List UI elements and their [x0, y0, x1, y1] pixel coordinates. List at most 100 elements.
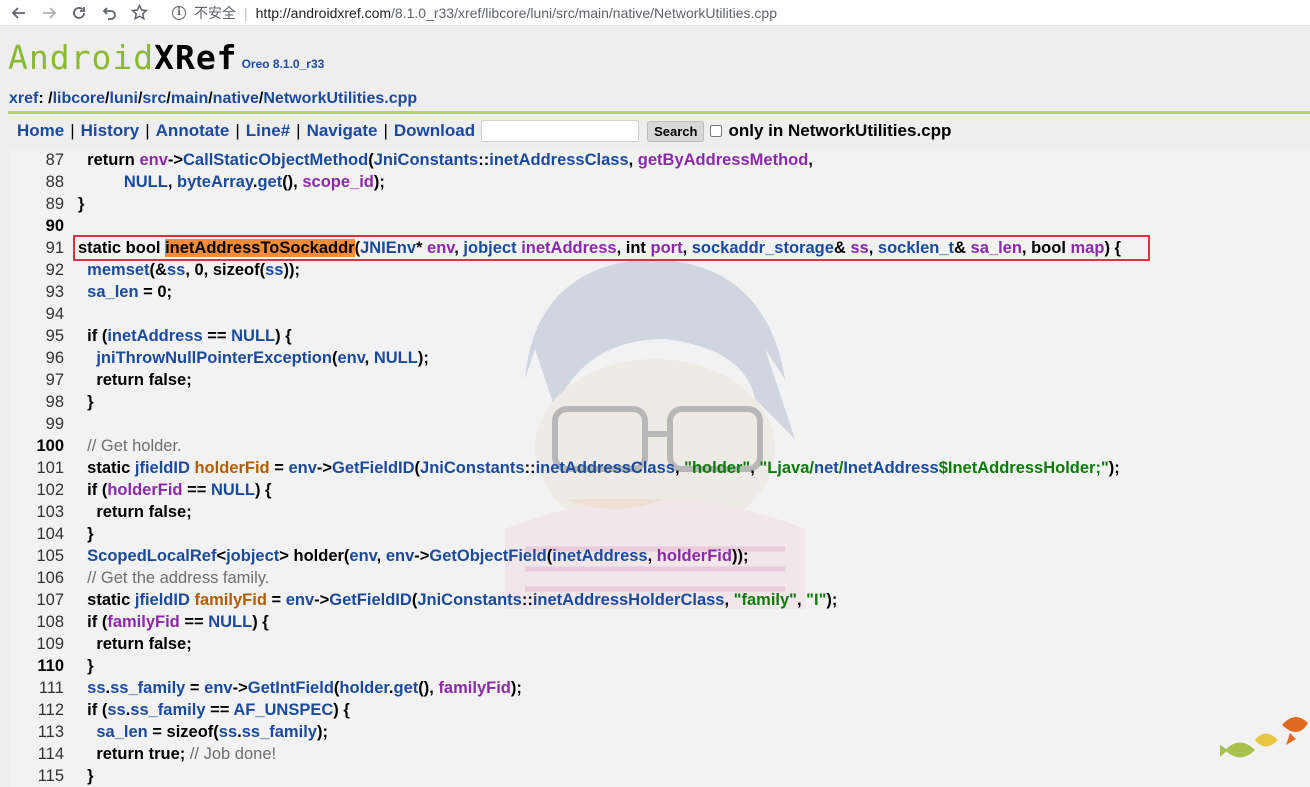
code-line: 110 }	[10, 655, 1300, 677]
security-label: 不安全	[194, 4, 236, 21]
line-number[interactable]: 94	[10, 303, 64, 325]
code-line: 90	[10, 215, 1300, 237]
line-number[interactable]: 114	[10, 743, 64, 765]
code-line: 87 return env->CallStaticObjectMethod(Jn…	[10, 149, 1300, 171]
address-bar[interactable]: http://androidxref.com/8.1.0_r33/xref/li…	[256, 5, 777, 21]
line-number[interactable]: 108	[10, 611, 64, 633]
line-number[interactable]: 101	[10, 457, 64, 479]
line-number[interactable]: 104	[10, 523, 64, 545]
breadcrumb-xref[interactable]: xref	[9, 90, 38, 107]
code-line: 109 return false;	[10, 633, 1300, 655]
code-text: static jfieldID familyFid = env->GetFiel…	[78, 591, 838, 609]
code-text: if (inetAddress == NULL) {	[78, 327, 292, 345]
line-number[interactable]: 96	[10, 347, 64, 369]
bookmark-star-icon[interactable]	[124, 0, 154, 26]
code-text: sa_len = sizeof(ss.ss_family);	[96, 723, 328, 741]
url-path: /8.1.0_r33/xref/libcore/luni/src/main/na…	[391, 4, 777, 21]
code-text: ss.ss_family = env->GetIntField(holder.g…	[87, 679, 522, 697]
security-indicator[interactable]: i 不安全 |	[172, 3, 256, 23]
forward-icon[interactable]	[34, 0, 64, 26]
line-number[interactable]: 113	[10, 721, 64, 743]
code-text: memset(&ss, 0, sizeof(ss));	[87, 261, 300, 279]
search-input[interactable]	[481, 120, 640, 142]
line-number[interactable]: 105	[10, 545, 64, 567]
info-icon: i	[172, 5, 186, 20]
breadcrumb-native[interactable]: native	[213, 90, 259, 107]
code-line: 98 }	[10, 391, 1300, 413]
code-line: 95 if (inetAddress == NULL) {	[10, 325, 1300, 347]
header-divider	[8, 111, 1310, 114]
line-numbers-link[interactable]: Line#	[246, 121, 290, 141]
download-link[interactable]: Download	[394, 121, 475, 141]
breadcrumb-luni[interactable]: luni	[110, 90, 138, 107]
line-number[interactable]: 110	[10, 655, 64, 677]
line-number[interactable]: 100	[10, 435, 64, 457]
home-link[interactable]: Home	[17, 121, 64, 141]
toolbar-separator: |	[235, 121, 240, 140]
line-number[interactable]: 99	[10, 413, 64, 435]
line-number[interactable]: 111	[10, 677, 64, 699]
annotate-link[interactable]: Annotate	[156, 121, 230, 141]
code-text: }	[78, 525, 94, 543]
breadcrumb-file[interactable]: NetworkUtilities.cpp	[263, 90, 417, 107]
code-text: if (familyFid == NULL) {	[78, 613, 269, 631]
code-line: 115 }	[10, 765, 1300, 787]
line-number[interactable]: 98	[10, 391, 64, 413]
code-text: jniThrowNullPointerException(env, NULL);	[96, 349, 429, 367]
code-line: 88 NULL, byteArray.get(), scope_id);	[10, 171, 1300, 193]
toolbar-separator: |	[296, 121, 301, 140]
line-number[interactable]: 115	[10, 765, 64, 787]
line-number[interactable]: 89	[10, 193, 64, 215]
code-text: static jfieldID holderFid = env->GetFiel…	[78, 459, 1120, 477]
code-line: 94	[10, 303, 1300, 325]
code-line: 102 if (holderFid == NULL) {	[10, 479, 1300, 501]
code-text: }	[78, 195, 85, 213]
code-text: // Get holder.	[87, 437, 182, 455]
breadcrumb-src[interactable]: src	[142, 90, 166, 107]
back-icon[interactable]	[4, 0, 34, 26]
breadcrumb-libcore[interactable]: libcore	[53, 90, 105, 107]
code-text: NULL, byteArray.get(), scope_id);	[123, 173, 385, 191]
line-number[interactable]: 107	[10, 589, 64, 611]
history-link[interactable]: History	[81, 121, 140, 141]
line-number[interactable]: 106	[10, 567, 64, 589]
source-code-view[interactable]: 87 return env->CallStaticObjectMethod(Jn…	[10, 149, 1310, 787]
line-number[interactable]: 88	[10, 171, 64, 193]
line-number[interactable]: 103	[10, 501, 64, 523]
code-line: 101 static jfieldID holderFid = env->Get…	[10, 457, 1300, 479]
code-text: return false;	[78, 503, 192, 521]
version-label: Oreo 8.1.0_r33	[241, 57, 325, 71]
goldfish-decoration-icon	[1220, 716, 1308, 758]
line-number[interactable]: 112	[10, 699, 64, 721]
code-line: 97 return false;	[10, 369, 1300, 391]
navigate-link[interactable]: Navigate	[307, 121, 378, 141]
logo-xref-text: XRef	[154, 38, 238, 77]
line-number[interactable]: 97	[10, 369, 64, 391]
code-text: }	[78, 393, 94, 411]
line-number[interactable]: 95	[10, 325, 64, 347]
line-number[interactable]: 90	[10, 215, 64, 237]
code-text: if (ss.ss_family == AF_UNSPEC) {	[78, 701, 350, 719]
breadcrumb-main[interactable]: main	[171, 90, 208, 107]
only-in-file-checkbox[interactable]	[710, 125, 723, 137]
code-text: ScopedLocalRef<jobject> holder(env, env-…	[87, 547, 749, 565]
androidxref-logo[interactable]: Android XRef Oreo 8.1.0_r33	[8, 36, 324, 76]
code-line: 105 ScopedLocalRef<jobject> holder(env, …	[10, 545, 1300, 567]
line-number[interactable]: 92	[10, 259, 64, 281]
code-line: 103 return false;	[10, 501, 1300, 523]
reload-icon[interactable]	[64, 0, 94, 26]
code-line: 111 ss.ss_family = env->GetIntField(hold…	[10, 677, 1300, 699]
code-line: 104 }	[10, 523, 1300, 545]
line-number[interactable]: 109	[10, 633, 64, 655]
line-number[interactable]: 87	[10, 149, 64, 171]
code-text: }	[78, 767, 94, 785]
line-number[interactable]: 102	[10, 479, 64, 501]
undo-icon[interactable]	[94, 0, 124, 26]
line-number[interactable]: 93	[10, 281, 64, 303]
toolbar-separator: |	[145, 121, 150, 140]
code-line: 114 return true; // Job done!	[10, 743, 1300, 765]
search-button[interactable]: Search	[647, 120, 705, 142]
code-line: 99	[10, 413, 1300, 435]
line-number[interactable]: 91	[10, 237, 64, 259]
address-separator: |	[244, 4, 248, 21]
